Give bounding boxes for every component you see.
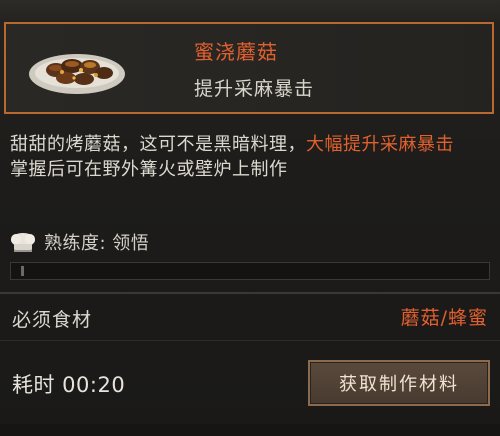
mushroom-dish-icon <box>29 54 125 94</box>
obtain-materials-button[interactable]: 获取制作材料 <box>308 360 490 406</box>
craft-time: 耗时 00:20 <box>12 373 126 397</box>
proficiency-progress-bar <box>10 262 490 280</box>
description-highlight: 大幅提升采麻暴击 <box>306 134 454 155</box>
progress-notch <box>21 266 24 276</box>
proficiency-row: 熟练度: 领悟 <box>8 230 149 254</box>
learn-hint: 掌握后可在野外篝火或壁炉上制作 <box>10 159 288 180</box>
divider <box>0 340 500 341</box>
bottom-strip <box>0 424 500 436</box>
proficiency-label: 熟练度: 领悟 <box>44 233 150 254</box>
recipe-card[interactable]: 蜜浇蘑菇 提升采麻暴击 <box>4 22 494 114</box>
ingredients-value: 蘑菇/蜂蜜 <box>400 307 488 329</box>
recipe-title: 蜜浇蘑菇 <box>194 40 278 64</box>
chef-hat-icon <box>11 233 35 252</box>
recipe-panel: 蜜浇蘑菇 提升采麻暴击 甜甜的烤蘑菇，这可不是黑暗料理，大幅提升采麻暴击 掌握后… <box>0 0 500 436</box>
top-strip <box>0 0 500 20</box>
recipe-effect: 提升采麻暴击 <box>194 78 315 100</box>
ingredients-label: 必须食材 <box>12 309 93 331</box>
description-text: 甜甜的烤蘑菇，这可不是黑暗料理， <box>10 134 306 155</box>
divider <box>0 292 500 294</box>
recipe-description: 甜甜的烤蘑菇，这可不是黑暗料理，大幅提升采麻暴击 掌握后可在野外篝火或壁炉上制作 <box>10 132 496 182</box>
